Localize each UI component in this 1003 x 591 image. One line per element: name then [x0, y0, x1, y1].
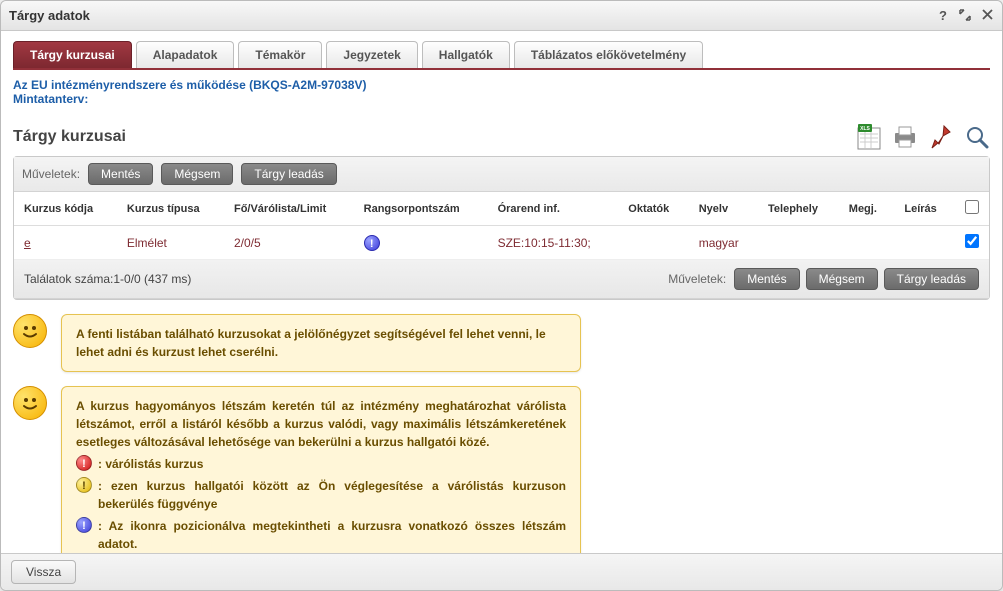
drop-subject-button-bottom[interactable]: Tárgy leadás [884, 268, 979, 290]
section-head: Tárgy kurzusai XLS [13, 124, 990, 150]
titlebar: Tárgy adatok ? [1, 1, 1002, 31]
hint-1-text: A fenti listában található kurzusokat a … [76, 327, 546, 359]
cell-desc [894, 226, 955, 260]
legend-red-text: : várólistás kurzus [98, 455, 203, 473]
tab-courses[interactable]: Tárgy kurzusai [13, 41, 132, 68]
th-rank[interactable]: Rangsorpontszám [354, 192, 488, 226]
results-footer: Találatok száma:1-0/0 (437 ms) Műveletek… [14, 260, 989, 299]
smiley-icon [13, 314, 47, 348]
select-all-checkbox[interactable] [965, 200, 979, 214]
th-code[interactable]: Kurzus kódja [14, 192, 117, 226]
cell-lang: magyar [689, 226, 758, 260]
th-limit[interactable]: Fő/Várólista/Limit [224, 192, 354, 226]
legend-red: ! : várólistás kurzus [76, 455, 566, 473]
cell-type: Elmélet [117, 226, 224, 260]
subject-title-link[interactable]: Az EU intézményrendszere és működése (BK… [13, 78, 990, 92]
cell-limit: 2/0/5 [234, 236, 261, 250]
tab-basic-data[interactable]: Alapadatok [136, 41, 235, 68]
close-icon[interactable] [980, 9, 994, 23]
subject-header: Az EU intézményrendszere és működése (BK… [13, 78, 990, 106]
hint-2: A kurzus hagyományos létszám keretén túl… [13, 386, 990, 553]
cell-instructors [618, 226, 688, 260]
th-instructors[interactable]: Oktatók [618, 192, 688, 226]
window-body: Tárgy kurzusai Alapadatok Témakör Jegyze… [1, 31, 1002, 553]
th-desc[interactable]: Leírás [894, 192, 955, 226]
th-schedule[interactable]: Órarend inf. [488, 192, 619, 226]
legend-yellow: ! : ezen kurzus hallgatói között az Ön v… [76, 477, 566, 513]
results-count: Találatok száma:1-0/0 (437 ms) [24, 272, 191, 286]
course-grid: Műveletek: Mentés Mégsem Tárgy leadás Ku… [13, 156, 990, 300]
tab-students[interactable]: Hallgatók [422, 41, 510, 68]
course-code-link[interactable]: e [24, 236, 31, 250]
hint-bubble-2: A kurzus hagyományos létszám keretén túl… [61, 386, 581, 553]
save-button-bottom[interactable]: Mentés [734, 268, 799, 290]
legend-blue: ! : Az ikonra pozicionálva megtekintheti… [76, 517, 566, 553]
th-type[interactable]: Kurzus típusa [117, 192, 224, 226]
legend-blue-text: : Az ikonra pozicionálva megtekintheti a… [98, 517, 566, 553]
save-button[interactable]: Mentés [88, 163, 153, 185]
cell-schedule: SZE:10:15-11:30; [488, 226, 619, 260]
ops-label: Műveletek: [22, 167, 80, 181]
legend-yellow-text: : ezen kurzus hallgatói között az Ön vég… [98, 477, 566, 513]
maximize-icon[interactable] [958, 9, 972, 23]
table-header-row: Kurzus kódja Kurzus típusa Fő/Várólista/… [14, 192, 989, 226]
cancel-button-bottom[interactable]: Mégsem [806, 268, 878, 290]
th-note[interactable]: Megj. [839, 192, 895, 226]
svg-text:XLS: XLS [860, 126, 870, 132]
hint-bubble-1: A fenti listában található kurzusokat a … [61, 314, 581, 372]
print-icon[interactable] [892, 124, 918, 150]
hint-2-intro: A kurzus hagyományos létszám keretén túl… [76, 397, 566, 451]
window-title: Tárgy adatok [9, 8, 936, 23]
course-table: Kurzus kódja Kurzus típusa Fő/Várólista/… [14, 192, 989, 260]
drop-subject-button[interactable]: Tárgy leadás [241, 163, 336, 185]
window-footer: Vissza [1, 553, 1002, 590]
section-title: Tárgy kurzusai [13, 128, 856, 146]
subject-subtitle: Mintatanterv: [13, 92, 990, 106]
tabs: Tárgy kurzusai Alapadatok Témakör Jegyze… [13, 41, 990, 70]
back-button[interactable]: Vissza [11, 560, 76, 584]
subject-data-window: Tárgy adatok ? Tárgy kurzusai Alapadatok… [0, 0, 1003, 591]
grid-ops-top: Műveletek: Mentés Mégsem Tárgy leadás [14, 157, 989, 192]
help-icon[interactable]: ? [936, 9, 950, 23]
search-icon[interactable] [964, 124, 990, 150]
info-icon[interactable]: ! [364, 235, 380, 251]
blue-badge-icon: ! [76, 517, 92, 533]
table-row: e Elmélet 2/0/5 ! SZE:10:15-11:30; magya… [14, 226, 989, 260]
tab-prereq-table[interactable]: Táblázatos előkövetelmény [514, 41, 703, 68]
ops-label-bottom: Műveletek: [668, 272, 726, 286]
tab-notes[interactable]: Jegyzetek [326, 41, 417, 68]
cell-site [758, 226, 839, 260]
titlebar-controls: ? [936, 9, 994, 23]
tab-topic[interactable]: Témakör [238, 41, 322, 68]
row-select-checkbox[interactable] [965, 234, 979, 248]
yellow-badge-icon: ! [76, 477, 92, 493]
pin-icon[interactable] [928, 124, 954, 150]
hint-1: A fenti listában található kurzusokat a … [13, 314, 990, 372]
export-xls-icon[interactable]: XLS [856, 124, 882, 150]
th-select-all[interactable] [955, 192, 989, 226]
cell-note [839, 226, 895, 260]
smiley-icon [13, 386, 47, 420]
th-lang[interactable]: Nyelv [689, 192, 758, 226]
th-site[interactable]: Telephely [758, 192, 839, 226]
red-badge-icon: ! [76, 455, 92, 471]
toolbar-icons: XLS [856, 124, 990, 150]
cancel-button[interactable]: Mégsem [161, 163, 233, 185]
